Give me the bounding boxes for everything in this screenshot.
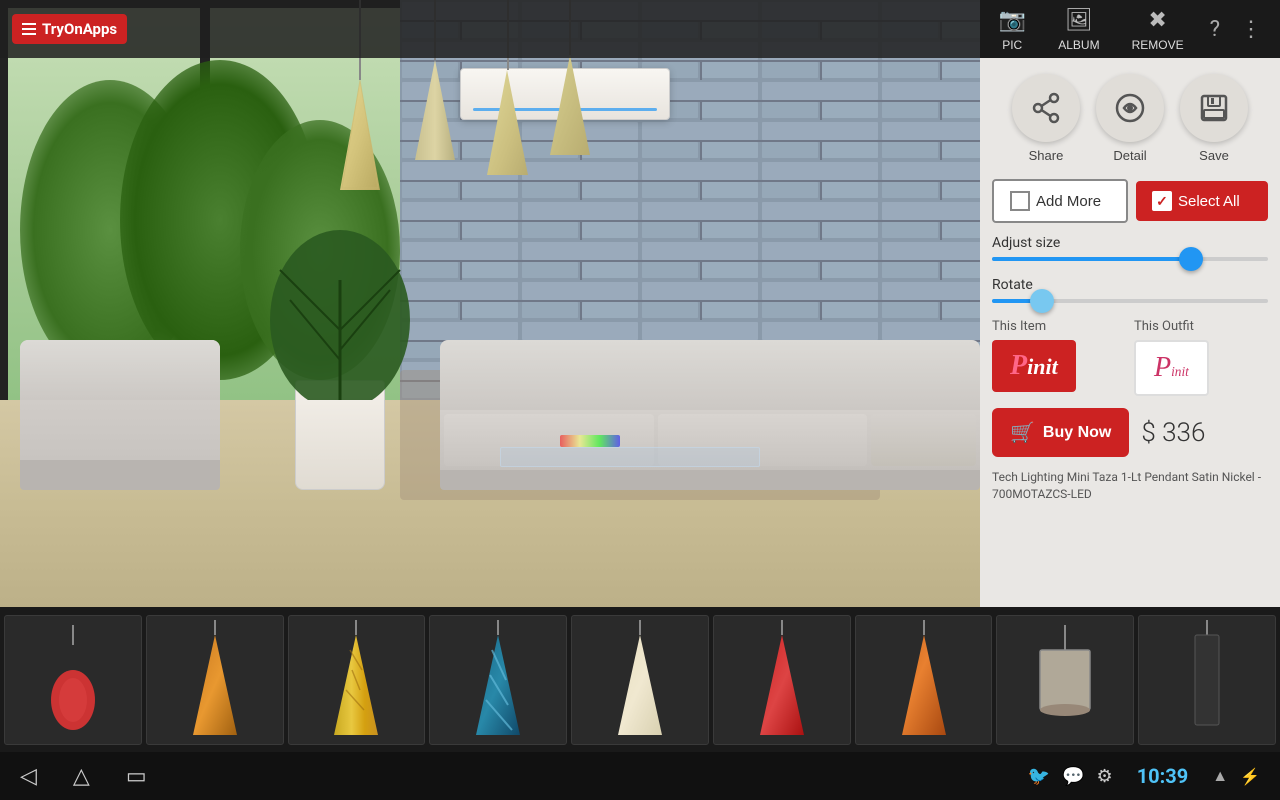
select-all-button[interactable]: Select All bbox=[1136, 181, 1268, 221]
adjust-size-track[interactable] bbox=[992, 257, 1268, 261]
album-button[interactable]: 🖼 ALBUM bbox=[1046, 2, 1111, 56]
thumbnail-6[interactable] bbox=[713, 615, 851, 745]
save-icon-circle bbox=[1180, 74, 1248, 142]
thumbnail-7[interactable] bbox=[855, 615, 993, 745]
twitter-icon[interactable]: 🐦 bbox=[1028, 766, 1050, 787]
remove-button[interactable]: ✖ REMOVE bbox=[1120, 2, 1196, 56]
adjust-size-thumb[interactable] bbox=[1179, 247, 1203, 271]
this-outfit-group: This Outfit Pinit bbox=[1134, 319, 1268, 396]
settings-icon[interactable]: ⚙ bbox=[1097, 766, 1113, 787]
thumbnail-8[interactable] bbox=[996, 615, 1134, 745]
add-more-label: Add More bbox=[1036, 193, 1101, 210]
buy-now-button[interactable]: 🛒 Buy Now bbox=[992, 408, 1129, 457]
detail-icon-circle bbox=[1096, 74, 1164, 142]
share-button[interactable]: Share bbox=[1012, 74, 1080, 163]
this-item-label: This Item bbox=[992, 319, 1046, 334]
this-outfit-pinit-text: Pinit bbox=[1154, 352, 1189, 384]
rotate-section: Rotate bbox=[992, 277, 1268, 307]
home-button[interactable]: △ bbox=[73, 764, 90, 789]
pinit-section: This Item Pinit This Outfit Pinit bbox=[992, 319, 1268, 396]
rotate-label: Rotate bbox=[992, 277, 1268, 293]
detail-button[interactable]: Detail bbox=[1096, 74, 1164, 163]
bottom-nav: ◁ △ ▭ 🐦 💬 ⚙ 10:39 ▲ ⚡ bbox=[0, 752, 1280, 800]
action-icons-row: Share Detail Save bbox=[1012, 74, 1248, 163]
select-row: Add More Select All bbox=[992, 179, 1268, 223]
nav-icons-left: ◁ △ ▭ bbox=[20, 764, 147, 789]
this-item-pinit-button[interactable]: Pinit bbox=[992, 340, 1076, 392]
battery-icon: ⚡ bbox=[1240, 767, 1260, 786]
this-item-pinit-text: Pinit bbox=[1010, 350, 1058, 382]
this-outfit-pinit-button[interactable]: Pinit bbox=[1134, 340, 1209, 396]
adjust-size-label: Adjust size bbox=[992, 235, 1268, 251]
product-name: Tech Lighting Mini Taza 1-Lt Pendant Sat… bbox=[992, 469, 1268, 594]
share-label: Share bbox=[1029, 148, 1064, 163]
add-more-button[interactable]: Add More bbox=[992, 179, 1128, 223]
select-all-label: Select All bbox=[1178, 193, 1240, 210]
remove-icon: ✖ bbox=[1144, 6, 1172, 34]
wifi-icon: ▲ bbox=[1212, 766, 1228, 786]
thumbnail-bar bbox=[0, 607, 1280, 752]
select-all-checkbox bbox=[1152, 191, 1172, 211]
camera-icon: 📷 bbox=[998, 6, 1026, 34]
rotate-thumb[interactable] bbox=[1030, 289, 1054, 313]
thumbnail-3[interactable] bbox=[288, 615, 426, 745]
adjust-size-section: Adjust size bbox=[992, 235, 1268, 265]
add-more-checkbox bbox=[1010, 191, 1030, 211]
pic-label: PIC bbox=[1002, 38, 1022, 52]
thumbnail-2[interactable] bbox=[146, 615, 284, 745]
pic-button[interactable]: 📷 PIC bbox=[986, 2, 1038, 56]
cart-icon: 🛒 bbox=[1010, 420, 1035, 445]
chat-icon[interactable]: 💬 bbox=[1062, 766, 1084, 787]
detail-label: Detail bbox=[1113, 148, 1146, 163]
this-item-group: This Item Pinit bbox=[992, 319, 1126, 392]
right-panel: Share Detail Save bbox=[980, 58, 1280, 610]
thumbnail-1[interactable] bbox=[4, 615, 142, 745]
album-icon: 🖼 bbox=[1065, 6, 1093, 34]
album-label: ALBUM bbox=[1058, 38, 1099, 52]
save-button[interactable]: Save bbox=[1180, 74, 1248, 163]
thumbnail-4[interactable] bbox=[429, 615, 567, 745]
room-scene bbox=[0, 0, 980, 610]
thumbnail-5[interactable] bbox=[571, 615, 709, 745]
share-icon-circle bbox=[1012, 74, 1080, 142]
back-button[interactable]: ◁ bbox=[20, 764, 37, 789]
buy-now-label: Buy Now bbox=[1043, 424, 1111, 442]
save-label: Save bbox=[1199, 148, 1229, 163]
app-logo: TryOnApps bbox=[12, 14, 127, 44]
this-outfit-label: This Outfit bbox=[1134, 319, 1194, 334]
more-button[interactable]: ⋮ bbox=[1234, 17, 1268, 42]
price-display: $ 336 bbox=[1141, 418, 1205, 448]
top-bar: TryOnApps 📷 PIC 🖼 ALBUM ✖ REMOVE ? ⋮ bbox=[0, 0, 1280, 58]
help-button[interactable]: ? bbox=[1204, 17, 1226, 42]
app-name: TryOnApps bbox=[42, 20, 117, 38]
time-display: 10:39 bbox=[1137, 764, 1189, 788]
menu-icon bbox=[22, 23, 36, 35]
rotate-track[interactable] bbox=[992, 299, 1268, 303]
remove-label: REMOVE bbox=[1132, 38, 1184, 52]
recent-apps-button[interactable]: ▭ bbox=[126, 764, 147, 789]
thumbnail-9[interactable] bbox=[1138, 615, 1276, 745]
buy-section: 🛒 Buy Now $ 336 bbox=[992, 408, 1268, 457]
nav-icons-right: 🐦 💬 ⚙ 10:39 ▲ ⚡ bbox=[1028, 764, 1260, 788]
